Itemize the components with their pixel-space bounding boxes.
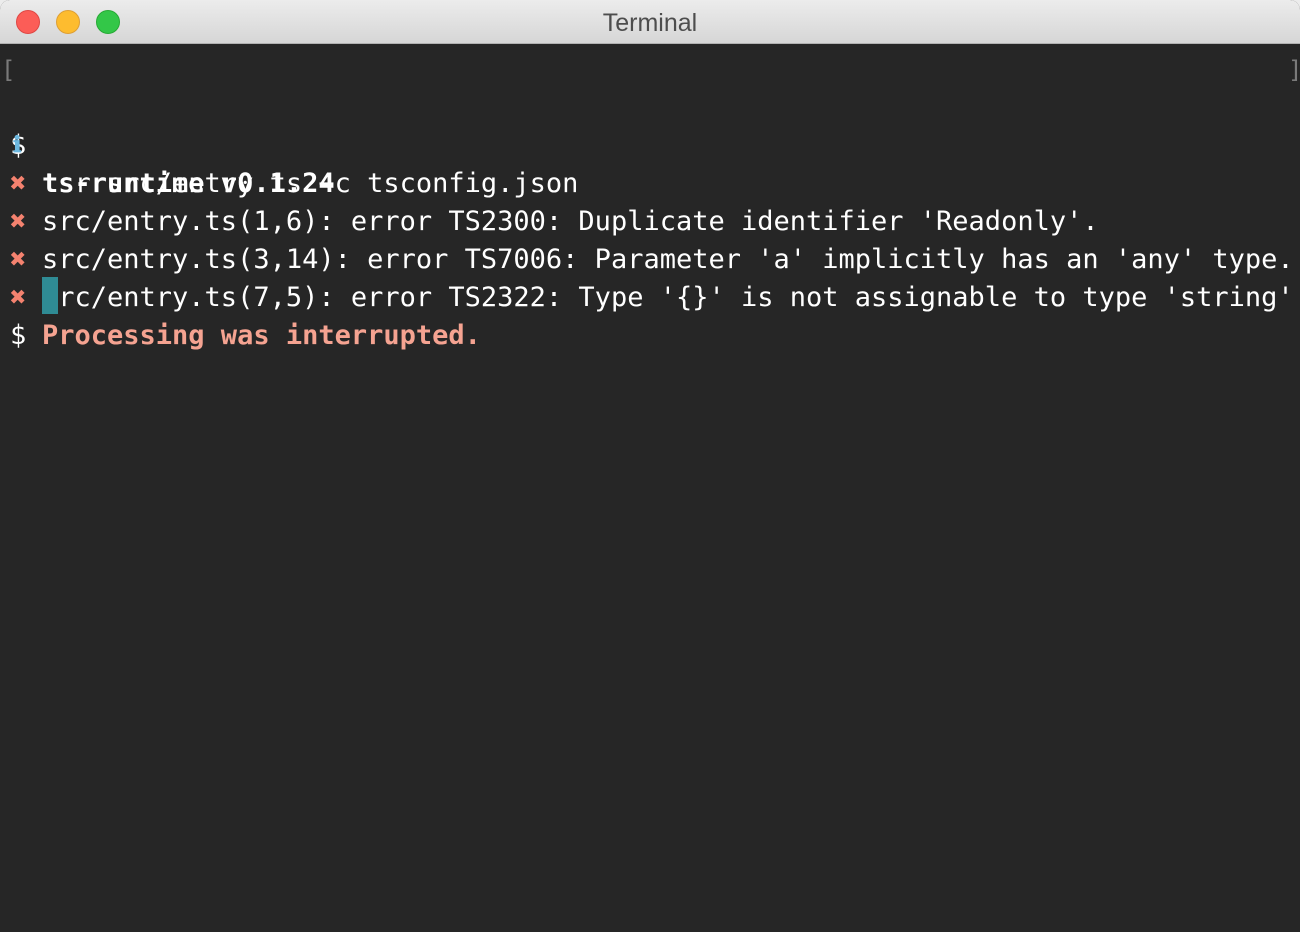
interrupted-line: ✖ Processing was interrupted. — [0, 241, 481, 351]
error-line: ✖ src/entry.ts(3,14): error TS7006: Para… — [0, 165, 1294, 275]
line-mark-right: ] — [1288, 51, 1300, 89]
error-text: src/entry.ts(3,14): error TS7006: Parame… — [42, 244, 1294, 275]
error-text: src/entry.ts(1,6): error TS2300: Duplica… — [42, 206, 1099, 237]
error-line: ✖ src/entry.ts(7,5): error TS2322: Type … — [0, 203, 1300, 313]
error-text: src/entry.ts(7,5): error TS2322: Type '{… — [42, 282, 1300, 313]
terminal-window: Terminal [ $ tsr src/entry.ts −c tsconfi… — [0, 0, 1300, 932]
error-line: ✖ src/entry.ts(1,6): error TS2300: Dupli… — [0, 127, 1099, 237]
interrupted-message: Processing was interrupted. — [42, 320, 481, 351]
window-title: Terminal — [602, 9, 698, 37]
terminal-output[interactable]: [ $ tsr src/entry.ts −c tsconfig.json ] … — [0, 45, 1300, 932]
version-line: ℹ ts-runtime v0.1.24 — [0, 89, 335, 199]
title-bar[interactable]: Terminal — [0, 0, 1300, 44]
text-cursor — [42, 277, 58, 314]
line-mark-left: [ — [1, 56, 16, 84]
command-line: [ $ tsr src/entry.ts −c tsconfig.json ] — [0, 51, 1300, 199]
shell-prompt: $ — [10, 320, 27, 351]
